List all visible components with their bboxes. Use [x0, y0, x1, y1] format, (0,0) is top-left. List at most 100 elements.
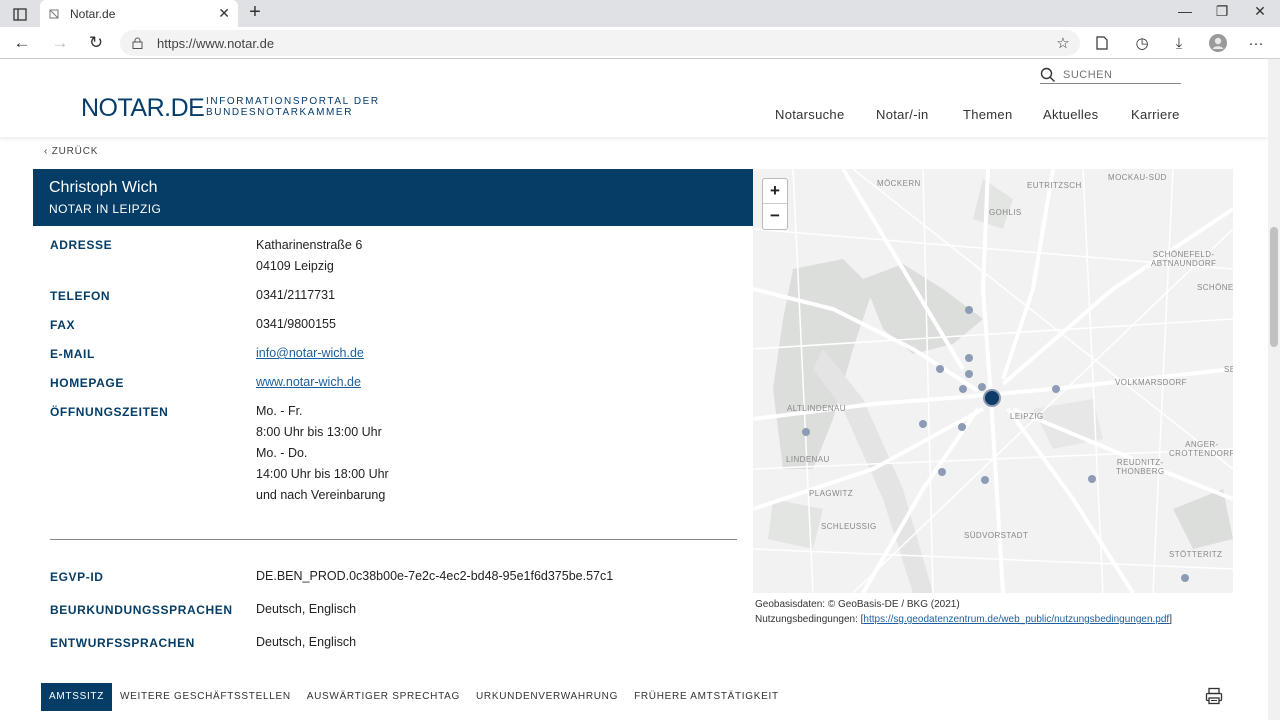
address-label: ADRESSE: [50, 238, 113, 252]
profile-avatar-icon[interactable]: [1206, 32, 1230, 54]
tab-amtssitz[interactable]: AMTSSITZ: [41, 683, 113, 711]
homepage-value: www.notar-wich.de: [256, 372, 361, 393]
map-marker[interactable]: [1181, 574, 1189, 582]
map-place-label: EUTRITZSCH: [1027, 181, 1082, 190]
minimize-icon[interactable]: —: [1170, 3, 1200, 23]
map-marker[interactable]: [965, 306, 973, 314]
browser-tab-active[interactable]: Notar.de ✕: [40, 0, 238, 27]
search-icon[interactable]: [1040, 67, 1056, 83]
page-favicon-icon: [49, 9, 59, 18]
map-marker[interactable]: [978, 383, 986, 391]
map-place-label: LINDENAU: [786, 455, 830, 464]
nav-aktuelles[interactable]: Aktuelles: [1043, 107, 1098, 122]
map-place-label: MÖCKERN: [877, 179, 921, 188]
email-label: E-MAIL: [50, 347, 95, 361]
close-tab-icon[interactable]: ✕: [218, 5, 230, 22]
address-bar[interactable]: https://www.notar.de: [120, 30, 1080, 56]
map-place-label: LEIPZIG: [1010, 412, 1044, 421]
tab-urkundenverwahrung[interactable]: URKUNDENVERWAHRUNG: [468, 683, 626, 711]
map-place-label: SÜDVORSTADT: [964, 531, 1029, 540]
languages-value: Deutsch, Englisch: [256, 602, 357, 616]
map-place-label: VOLKMARSDORF: [1115, 378, 1187, 387]
map-place-label: REUDNITZ- THONBERG: [1116, 458, 1165, 476]
nav-themen[interactable]: Themen: [963, 107, 1013, 122]
tab-actions-icon[interactable]: [8, 4, 32, 24]
tab-auswaertiger-sprechtag[interactable]: AUSWÄRTIGER SPRECHTAG: [299, 683, 468, 711]
map-place-label: SCHLEUSSIG: [821, 522, 877, 531]
site-logo-subtitle: INFORMATIONSPORTAL DER BUNDESNOTARKAMMER: [206, 96, 380, 118]
favorite-star-icon[interactable]: ☆: [1051, 32, 1075, 54]
browser-tab-title: Notar.de: [70, 6, 116, 21]
tab-weitere-geschaeftsstellen[interactable]: WEITERE GESCHÄFTSSTELLEN: [112, 683, 299, 711]
homepage-link[interactable]: www.notar-wich.de: [256, 375, 361, 389]
lock-icon: [132, 37, 143, 49]
map-place-label: STÖTTERITZ: [1169, 550, 1223, 559]
office-tabs: AMTSSITZ WEITERE GESCHÄFTSSTELLEN AUSWÄR…: [41, 683, 787, 711]
zoom-in-button[interactable]: +: [763, 179, 787, 204]
map-marker[interactable]: [959, 385, 967, 393]
search-input[interactable]: [1063, 68, 1173, 81]
phone-value: 0341/2117731: [256, 288, 336, 302]
maximize-icon[interactable]: ❐: [1207, 3, 1237, 23]
page-scrollbar[interactable]: [1268, 59, 1280, 720]
map-marker[interactable]: [965, 370, 973, 378]
notary-role: NOTAR IN LEIPZIG: [49, 202, 162, 216]
notary-header: Christoph Wich NOTAR IN LEIPZIG: [33, 169, 753, 226]
map-marker[interactable]: [938, 468, 946, 476]
reload-icon[interactable]: ↻: [84, 32, 108, 54]
map-place-label: GOHLIS: [989, 208, 1022, 217]
fax-value: 0341/9800155: [256, 317, 336, 331]
email-value: info@notar-wich.de: [256, 343, 364, 364]
location-map[interactable]: MÖCKERN EUTRITZSCH MOCKAU-SÜD GOHLIS SCH…: [753, 169, 1233, 593]
map-place-label: SE: [1224, 365, 1233, 374]
site-header: NOTAR.DE INFORMATIONSPORTAL DER BUNDESNO…: [0, 59, 1268, 137]
hours-value: Mo. - Fr. 8:00 Uhr bis 13:00 Uhr Mo. - D…: [256, 404, 389, 502]
forward-arrow-icon[interactable]: →: [48, 32, 72, 54]
map-marker[interactable]: [919, 420, 927, 428]
map-marker[interactable]: [981, 476, 989, 484]
email-link[interactable]: info@notar-wich.de: [256, 346, 364, 360]
terms-link[interactable]: https://sg.geodatenzentrum.de/web_public…: [863, 614, 1169, 625]
languages-label: BEURKUNDUNGSSPRACHEN: [50, 603, 233, 617]
tab-fruehere-amtstaetigkeit[interactable]: FRÜHERE AMTSTÄTIGKEIT: [626, 683, 787, 711]
hours-label: ÖFFNUNGSZEITEN: [50, 405, 169, 419]
url-text: https://www.notar.de: [157, 35, 275, 51]
back-link[interactable]: ‹ ZURÜCK: [44, 146, 98, 157]
selected-location-marker[interactable]: [983, 389, 1001, 407]
map-place-label: MOCKAU-SÜD: [1108, 173, 1167, 182]
map-marker[interactable]: [936, 365, 944, 373]
back-arrow-icon[interactable]: ←: [10, 32, 34, 54]
egvp-value: DE.BEN_PROD.0c38b00e-7e2c-4ec2-bd48-95e1…: [256, 569, 614, 583]
scrollbar-thumb[interactable]: [1270, 227, 1278, 347]
map-place-label: ANGER- CROTTENDORF: [1169, 440, 1233, 458]
more-menu-icon[interactable]: ···: [1244, 32, 1268, 54]
nav-notarsuche[interactable]: Notarsuche: [775, 107, 844, 122]
map-marker[interactable]: [1088, 475, 1096, 483]
map-place-label: ALTLINDENAU: [787, 404, 846, 413]
history-icon[interactable]: ◷: [1130, 32, 1154, 54]
new-tab-icon[interactable]: +: [244, 2, 266, 24]
chevron-left-icon: ‹: [44, 146, 49, 157]
map-marker[interactable]: [965, 354, 973, 362]
download-icon[interactable]: ⤓: [1167, 32, 1191, 54]
map-marker[interactable]: [802, 428, 810, 436]
print-icon[interactable]: [1205, 687, 1223, 705]
notary-name: Christoph Wich: [49, 179, 158, 196]
map-zoom-control: + −: [762, 178, 788, 230]
nav-karriere[interactable]: Karriere: [1131, 107, 1180, 122]
fax-label: FAX: [50, 318, 76, 332]
map-marker[interactable]: [958, 423, 966, 431]
browser-tab-bar: Notar.de ✕ + — ❐ ✕: [0, 0, 1280, 27]
map-place-label: SCHÖNE: [1197, 283, 1233, 292]
map-place-label: SCHÖNEFELD- ABTNAUNDORF: [1151, 250, 1217, 268]
browser-toolbar: ← → ↻ https://www.notar.de ☆ ◷ ⤓ ···: [0, 27, 1280, 59]
window-close-icon[interactable]: ✕: [1245, 3, 1275, 23]
nav-notar-in[interactable]: Notar/-in: [876, 107, 929, 122]
site-logo[interactable]: NOTAR.DE: [81, 94, 205, 123]
zoom-out-button[interactable]: −: [763, 204, 787, 229]
map-place-label: PLAGWITZ: [809, 489, 854, 498]
draft-languages-value: Deutsch, Englisch: [256, 635, 357, 649]
map-marker[interactable]: [1052, 385, 1060, 393]
collections-icon[interactable]: [1090, 32, 1114, 54]
search-box: [1040, 66, 1181, 84]
